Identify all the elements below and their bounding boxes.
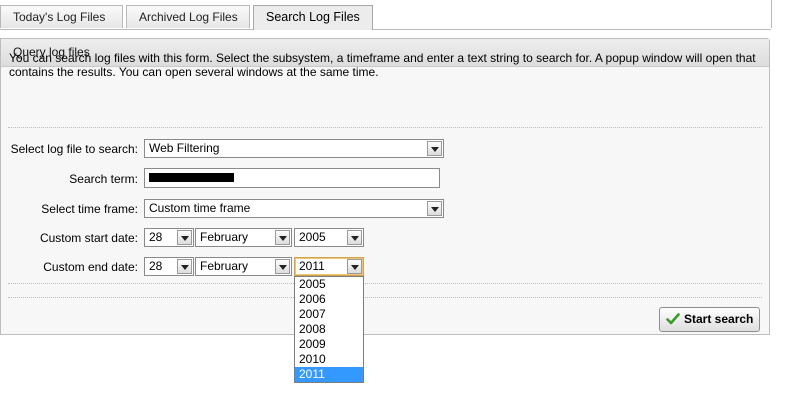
chevron-down-icon[interactable]: [427, 201, 442, 216]
tab-todays-log-files[interactable]: Today's Log Files: [0, 5, 123, 28]
chevron-down-icon[interactable]: [177, 230, 192, 245]
chevron-down-icon[interactable]: [275, 259, 290, 274]
end-day-value: 28: [149, 259, 163, 273]
year-option[interactable]: 2009: [295, 337, 363, 352]
start-month-select[interactable]: February: [195, 228, 292, 247]
tab-bar: Today's Log Files Archived Log Files Sea…: [0, 0, 771, 30]
search-term-label: Search term:: [69, 172, 138, 186]
start-search-button[interactable]: Start search: [659, 307, 760, 332]
start-month-value: February: [200, 230, 249, 244]
timeframe-value: Custom time frame: [149, 201, 251, 215]
tab-label: Archived Log Files: [139, 10, 238, 24]
search-term-input[interactable]: [144, 168, 440, 188]
year-option[interactable]: 2007: [295, 307, 363, 322]
end-day-select[interactable]: 28: [144, 257, 194, 276]
start-day-value: 28: [149, 230, 163, 244]
year-option-selected[interactable]: 2011: [295, 367, 363, 382]
log-file-value: Web Filtering: [149, 141, 220, 155]
tab-search-log-files[interactable]: Search Log Files: [253, 5, 373, 30]
tab-label: Search Log Files: [266, 10, 360, 24]
chevron-down-icon[interactable]: [347, 259, 362, 274]
log-file-label: Select log file to search:: [10, 142, 138, 156]
timeframe-select[interactable]: Custom time frame: [144, 199, 444, 218]
chevron-down-icon[interactable]: [347, 230, 362, 245]
end-month-select[interactable]: February: [195, 257, 292, 276]
tab-label: Today's Log Files: [13, 10, 106, 24]
year-option[interactable]: 2005: [295, 277, 363, 292]
timeframe-label: Select time frame:: [41, 202, 138, 216]
divider: [8, 297, 762, 298]
checkmark-icon: [666, 313, 680, 325]
chevron-down-icon[interactable]: [427, 141, 442, 156]
end-year-value: 2011: [299, 259, 325, 273]
year-option[interactable]: 2006: [295, 292, 363, 307]
chevron-down-icon[interactable]: [177, 259, 192, 274]
divider: [8, 283, 762, 284]
divider: [8, 127, 762, 128]
start-date-label: Custom start date:: [39, 231, 138, 245]
redacted-text: [149, 173, 234, 182]
start-day-select[interactable]: 28: [144, 228, 194, 247]
year-option[interactable]: 2010: [295, 352, 363, 367]
year-option[interactable]: 2008: [295, 322, 363, 337]
end-month-value: February: [200, 259, 249, 273]
divider: [771, 0, 772, 28]
end-year-select[interactable]: 2011: [294, 257, 364, 276]
chevron-down-icon[interactable]: [275, 230, 290, 245]
start-year-value: 2005: [299, 230, 326, 244]
end-year-dropdown-list[interactable]: 2005 2006 2007 2008 2009 2010 2011: [294, 276, 364, 383]
tab-archived-log-files[interactable]: Archived Log Files: [126, 5, 250, 28]
start-search-label: Start search: [684, 312, 754, 326]
log-file-select[interactable]: Web Filtering: [144, 139, 444, 158]
end-date-label: Custom end date:: [43, 260, 138, 274]
intro-text: You can search log files with this form.…: [9, 51, 756, 79]
start-year-select[interactable]: 2005: [294, 228, 364, 247]
